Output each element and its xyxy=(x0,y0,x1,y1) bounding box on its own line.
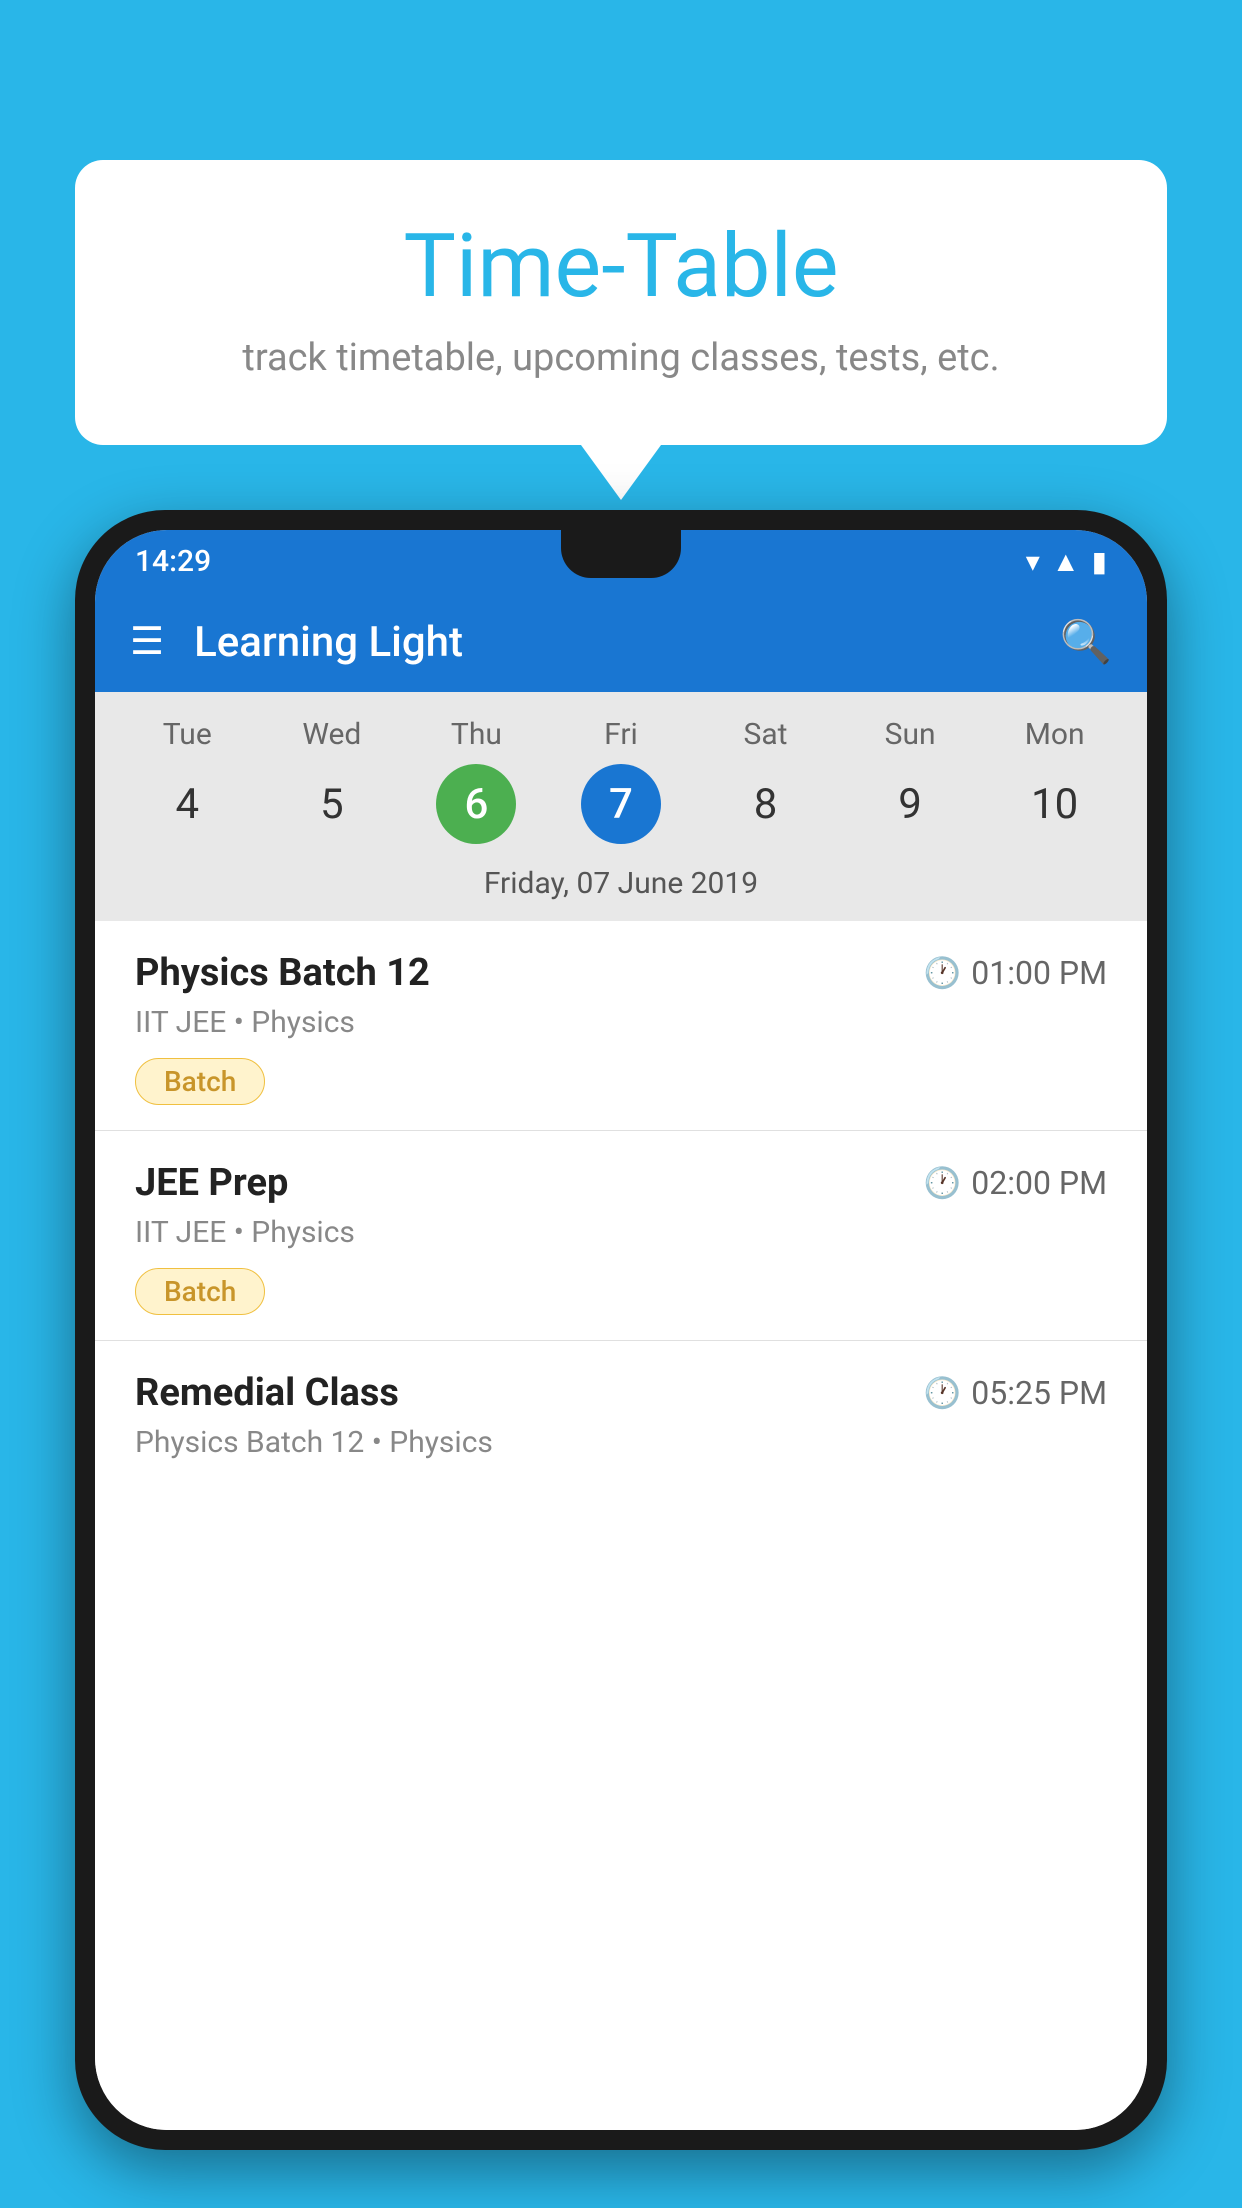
schedule-list: Physics Batch 12 🕐 01:00 PM IIT JEE • Ph… xyxy=(95,921,1147,2130)
bubble-title: Time-Table xyxy=(135,215,1107,318)
day-col-mon[interactable]: Mon 10 xyxy=(990,717,1120,844)
schedule-item-0-title: Physics Batch 12 xyxy=(135,951,430,995)
schedule-item-1-time: 🕐 02:00 PM xyxy=(924,1164,1107,1202)
day-num-7: 7 xyxy=(581,764,661,844)
day-col-sat[interactable]: Sat 8 xyxy=(701,717,831,844)
schedule-item-2-time: 🕐 05:25 PM xyxy=(924,1374,1107,1412)
schedule-item-1-subtitle: IIT JEE • Physics xyxy=(135,1215,1107,1250)
schedule-time-0-label: 01:00 PM xyxy=(971,954,1107,992)
battery-icon: ▮ xyxy=(1092,545,1107,578)
day-num-6: 6 xyxy=(436,764,516,844)
days-row: Tue 4 Wed 5 Thu 6 Fri xyxy=(95,717,1147,854)
wifi-icon: ▾ xyxy=(1026,545,1040,578)
speech-bubble-section: Time-Table track timetable, upcoming cla… xyxy=(75,160,1167,500)
search-icon[interactable]: 🔍 xyxy=(1060,618,1112,667)
status-time: 14:29 xyxy=(135,544,211,579)
batch-badge-0: Batch xyxy=(135,1058,265,1105)
schedule-item-2-title: Remedial Class xyxy=(135,1371,399,1415)
schedule-item-2-subtitle: Physics Batch 12 • Physics xyxy=(135,1425,1107,1460)
selected-date-label: Friday, 07 June 2019 xyxy=(95,854,1147,921)
schedule-time-1-label: 02:00 PM xyxy=(971,1164,1107,1202)
day-name-wed: Wed xyxy=(302,717,361,752)
schedule-item-2[interactable]: Remedial Class 🕐 05:25 PM Physics Batch … xyxy=(95,1341,1147,1475)
day-name-tue: Tue xyxy=(163,717,212,752)
day-col-tue[interactable]: Tue 4 xyxy=(122,717,252,844)
calendar-header: Tue 4 Wed 5 Thu 6 Fri xyxy=(95,692,1147,921)
day-num-5: 5 xyxy=(292,764,372,844)
day-col-sun[interactable]: Sun 9 xyxy=(845,717,975,844)
app-bar: ☰ Learning Light 🔍 xyxy=(95,592,1147,692)
phone-screen: 14:29 ▾ ▲ ▮ ☰ Learning Light 🔍 Tue xyxy=(95,530,1147,2130)
batch-badge-1: Batch xyxy=(135,1268,265,1315)
status-icons: ▾ ▲ ▮ xyxy=(1026,545,1107,578)
app-title: Learning Light xyxy=(194,618,1060,667)
day-num-8: 8 xyxy=(726,764,806,844)
signal-icon: ▲ xyxy=(1052,545,1080,578)
day-num-9: 9 xyxy=(870,764,950,844)
clock-icon-1: 🕐 xyxy=(924,1166,961,1201)
clock-icon-2: 🕐 xyxy=(924,1376,961,1411)
day-col-thu[interactable]: Thu 6 xyxy=(411,717,541,844)
day-num-4: 4 xyxy=(147,764,227,844)
schedule-item-1[interactable]: JEE Prep 🕐 02:00 PM IIT JEE • Physics Ba… xyxy=(95,1131,1147,1341)
schedule-item-0-subtitle: IIT JEE • Physics xyxy=(135,1005,1107,1040)
day-name-sun: Sun xyxy=(885,717,936,752)
schedule-item-1-title: JEE Prep xyxy=(135,1161,288,1205)
schedule-item-2-header: Remedial Class 🕐 05:25 PM xyxy=(135,1371,1107,1415)
day-name-mon: Mon xyxy=(1025,717,1085,752)
day-name-sat: Sat xyxy=(744,717,788,752)
day-col-wed[interactable]: Wed 5 xyxy=(267,717,397,844)
schedule-item-0-header: Physics Batch 12 🕐 01:00 PM xyxy=(135,951,1107,995)
day-num-10: 10 xyxy=(1015,764,1095,844)
day-name-thu: Thu xyxy=(451,717,502,752)
schedule-item-1-header: JEE Prep 🕐 02:00 PM xyxy=(135,1161,1107,1205)
phone-outer: 14:29 ▾ ▲ ▮ ☰ Learning Light 🔍 Tue xyxy=(75,510,1167,2150)
schedule-item-0-time: 🕐 01:00 PM xyxy=(924,954,1107,992)
schedule-item-0[interactable]: Physics Batch 12 🕐 01:00 PM IIT JEE • Ph… xyxy=(95,921,1147,1131)
day-col-fri[interactable]: Fri 7 xyxy=(556,717,686,844)
phone-mockup: 14:29 ▾ ▲ ▮ ☰ Learning Light 🔍 Tue xyxy=(75,510,1167,2208)
hamburger-icon[interactable]: ☰ xyxy=(130,623,164,661)
bubble-tail xyxy=(581,445,661,500)
speech-bubble: Time-Table track timetable, upcoming cla… xyxy=(75,160,1167,445)
schedule-time-2-label: 05:25 PM xyxy=(971,1374,1107,1412)
day-name-fri: Fri xyxy=(604,717,638,752)
phone-notch xyxy=(561,530,681,578)
clock-icon-0: 🕐 xyxy=(924,956,961,991)
bubble-subtitle: track timetable, upcoming classes, tests… xyxy=(135,336,1107,380)
